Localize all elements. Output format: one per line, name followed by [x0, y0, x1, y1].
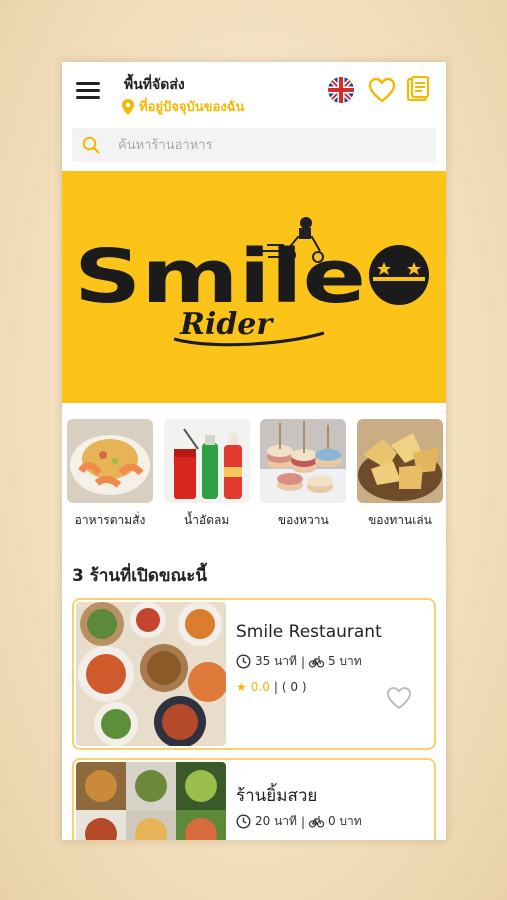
menu-icon[interactable]	[76, 80, 100, 100]
uk-flag-icon[interactable]	[328, 77, 354, 103]
category-item[interactable]: อาหารตามสั่ง	[66, 419, 154, 530]
category-item[interactable]: น้ำอัดลม	[163, 419, 251, 530]
restaurant-card[interactable]: Smile Restaurant 35 นาที | 5 บาท ★ 0.0 |…	[72, 598, 436, 750]
category-label: น้ำอัดลม	[184, 513, 230, 527]
delivery-info: 35 นาที | 5 บาท	[236, 652, 362, 671]
category-item[interactable]: ของหวาน	[259, 419, 347, 530]
promo-banner[interactable]: Smile Rider	[62, 171, 446, 403]
restaurant-name: Smile Restaurant	[236, 622, 382, 642]
category-label: อาหารตามสั่ง	[74, 513, 146, 527]
clock-icon	[236, 654, 251, 669]
rating-value: 0.0	[250, 680, 270, 694]
category-item[interactable]: ของทานเล่น	[356, 419, 444, 530]
separator: |	[300, 814, 305, 829]
location-pin-icon	[122, 98, 134, 115]
search-bar[interactable]	[72, 128, 436, 162]
restaurant-name: ร้านยิ้มสวย	[236, 786, 318, 806]
category-label: ของหวาน	[277, 513, 329, 527]
bicycle-icon	[308, 816, 324, 828]
open-restaurants-title: 3 ร้านที่เปิดขณะนี้	[72, 566, 208, 586]
review-count: ( 0 )	[281, 680, 307, 694]
smile-rider-logo: Smile Rider	[74, 217, 429, 347]
category-image-fried-rice	[67, 419, 153, 503]
category-list: อาหารตามสั่ง น้ำอัดลม ของหวาน ของทานเล่น	[66, 419, 444, 530]
restaurant-card[interactable]: ร้านยิ้มสวย 20 นาที | 0 บาท	[72, 758, 436, 840]
search-input[interactable]	[118, 137, 418, 153]
category-image-snacks	[356, 419, 443, 503]
star-icon: ★	[236, 680, 247, 694]
search-icon	[82, 136, 100, 154]
heart-icon[interactable]	[368, 77, 396, 103]
current-location-selector[interactable]: ที่อยู่ปัจจุบันของฉัน	[122, 96, 244, 117]
restaurant-image	[76, 602, 226, 746]
restaurant-image	[76, 762, 226, 840]
delivery-time: 20 นาที	[255, 814, 297, 828]
separator: |	[273, 680, 278, 694]
clock-icon	[236, 814, 251, 829]
category-image-desserts	[260, 419, 347, 503]
delivery-area-title: พื้นที่จัดส่ง	[124, 77, 185, 93]
orders-book-icon[interactable]	[406, 76, 430, 102]
delivery-fee: 0 บาท	[327, 814, 362, 828]
category-image-soft-drinks	[163, 419, 250, 503]
separator: |	[300, 654, 305, 669]
delivery-fee: 5 บาท	[327, 654, 362, 668]
rating-info: ★ 0.0 | ( 0 )	[236, 680, 307, 694]
smiley-face-icon	[369, 245, 429, 305]
delivery-info: 20 นาที | 0 บาท	[236, 812, 362, 831]
svg-text:Rider: Rider	[179, 307, 274, 342]
favorite-heart-icon[interactable]	[386, 686, 412, 710]
category-label: ของทานเล่น	[368, 513, 432, 527]
bicycle-icon	[308, 656, 324, 668]
current-location-label: ที่อยู่ปัจจุบันของฉัน	[139, 100, 245, 115]
app-screen: พื้นที่จัดส่ง ที่อยู่ปัจจุบันของฉัน ค้นห…	[62, 62, 446, 840]
delivery-time: 35 นาที	[255, 654, 297, 668]
